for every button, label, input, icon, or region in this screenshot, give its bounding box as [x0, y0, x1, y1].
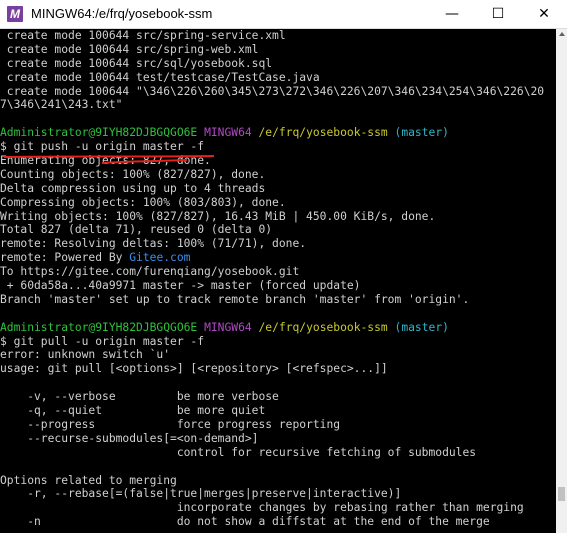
output-line: control for recursive fetching of submod… [0, 445, 477, 459]
prompt-line: Administrator@9IYH82DJBGQGO6E MINGW64 /e… [0, 126, 556, 140]
scrollbar-thumb[interactable] [558, 487, 565, 501]
output-line: remote: Powered By Gitee.com [0, 251, 556, 265]
prompt-host: MINGW64 [204, 126, 252, 140]
terminal-window: M MINGW64:/e/frq/yosebook-ssm — ☐ ✕ crea… [0, 0, 567, 533]
output-line: incorporate changes by rebasing rather t… [0, 501, 524, 515]
output-line: Writing objects: 100% (827/827), 16.43 M… [0, 209, 436, 223]
prompt-user: Administrator@9IYH82DJBGQGO6E [0, 320, 198, 334]
prompt-line: Administrator@9IYH82DJBGQGO6E MINGW64 /e… [0, 321, 556, 335]
output-line: --recurse-submodules[=<on-demand>] [0, 431, 259, 445]
output-line: error: unknown switch `u' [0, 348, 171, 362]
output-line: Total 827 (delta 71), reused 0 (delta 0) [0, 223, 273, 237]
output-line: To https://gitee.com/furenqiang/yosebook… [0, 265, 300, 279]
output-line: create mode 100644 "\346\226\260\345\273… [0, 84, 545, 98]
output-line: Branch 'master' set up to track remote b… [0, 292, 470, 306]
powered-by-text: remote: Powered By [0, 251, 130, 265]
gitee-link[interactable]: Gitee.com [129, 251, 190, 264]
title-bar[interactable]: M MINGW64:/e/frq/yosebook-ssm — ☐ ✕ [0, 0, 567, 29]
red-annotation-underline [3, 155, 215, 164]
terminal-output[interactable]: create mode 100644 src/spring-service.xm… [0, 29, 556, 533]
close-button[interactable]: ✕ [521, 0, 567, 28]
output-line: -n do not show a diffstat at the end of … [0, 515, 490, 529]
mingw-app-icon: M [7, 6, 23, 22]
output-line: create mode 100644 src/spring-web.xml [0, 42, 259, 56]
output-line: Delta compression using up to 4 threads [0, 181, 266, 195]
minimize-icon: — [445, 6, 459, 22]
command-line: $ git pull -u origin master -f [0, 334, 205, 348]
minimize-button[interactable]: — [429, 0, 475, 28]
output-line: 7\346\241\243.txt" [0, 98, 123, 112]
output-line: --progress force progress reporting [0, 417, 341, 431]
prompt-user: Administrator@9IYH82DJBGQGO6E [0, 126, 198, 140]
output-line: -v, --verbose be more verbose [0, 390, 279, 404]
output-line: -q, --quiet be more quiet [0, 404, 266, 418]
prompt-path: /e/frq/yosebook-ssm [258, 126, 388, 140]
prompt-host: MINGW64 [204, 320, 252, 334]
output-line: Counting objects: 100% (827/827), done. [0, 167, 266, 181]
output-line: usage: git pull [<options>] [<repository… [0, 362, 388, 376]
prompt-branch: (master) [394, 126, 449, 140]
output-line: -r, --rebase[=(false|true|merges|preserv… [0, 487, 402, 501]
output-line: Options related to merging [0, 473, 177, 487]
maximize-button[interactable]: ☐ [475, 0, 521, 28]
output-line: create mode 100644 test/testcase/TestCas… [0, 70, 320, 84]
scroll-up-arrow-icon[interactable] [559, 32, 565, 36]
output-line: create mode 100644 src/spring-service.xm… [0, 29, 286, 42]
output-line: + 60da58a...40a9971 master -> master (fo… [0, 279, 361, 293]
prompt-path: /e/frq/yosebook-ssm [258, 320, 388, 334]
prompt-branch: (master) [394, 320, 449, 334]
close-icon: ✕ [538, 6, 550, 22]
vertical-scrollbar[interactable] [556, 29, 567, 533]
output-line: create mode 100644 src/sql/yosebook.sql [0, 56, 273, 70]
output-line: remote: Resolving deltas: 100% (71/71), … [0, 237, 307, 251]
window-title: MINGW64:/e/frq/yosebook-ssm [31, 6, 213, 21]
maximize-icon: ☐ [491, 6, 505, 22]
output-line: Compressing objects: 100% (803/803), don… [0, 195, 286, 209]
